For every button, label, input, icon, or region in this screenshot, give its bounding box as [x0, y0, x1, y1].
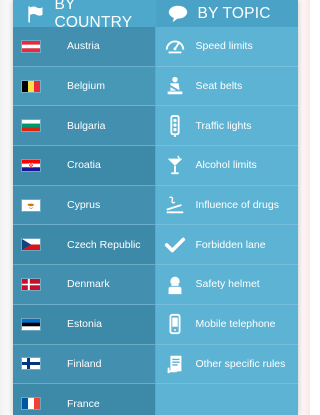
country-name: Belgium: [67, 80, 105, 93]
country-item-bulgaria[interactable]: Bulgaria: [13, 106, 155, 147]
topic-label: Speed limits: [195, 40, 253, 53]
tab-by-topic[interactable]: BY TOPIC: [155, 0, 298, 27]
topic-label: Influence of drugs: [195, 199, 279, 212]
country-item-estonia[interactable]: Estonia: [13, 304, 155, 345]
rules-document-icon: [164, 353, 186, 375]
country-name: Denmark: [67, 278, 110, 291]
estonia-flag-icon: [21, 317, 41, 331]
finland-flag-icon: [21, 357, 41, 371]
left-background-edge: [0, 0, 13, 415]
country-item-belgium[interactable]: Belgium: [13, 66, 155, 107]
topic-label: Traffic lights: [195, 119, 252, 132]
country-item-cyprus[interactable]: Cyprus: [13, 185, 155, 226]
bulgaria-flag-icon: [21, 119, 41, 133]
czech-republic-flag-icon: [21, 238, 41, 252]
cyprus-flag-icon: [21, 198, 41, 212]
country-item-austria[interactable]: Austria: [13, 27, 155, 67]
topic-label: Safety helmet: [195, 278, 260, 291]
country-list: Austria Belgium Bulgaria Croatia Cyprus …: [13, 27, 156, 415]
country-name: Cyprus: [67, 199, 101, 212]
cocktail-glass-icon: [164, 154, 186, 176]
topic-item-forbidden-lane[interactable]: Forbidden lane: [155, 225, 298, 266]
topic-item-influence-of-drugs[interactable]: Influence of drugs: [155, 186, 298, 226]
seat-belt-icon: [164, 75, 186, 97]
croatia-flag-icon: [21, 158, 41, 172]
austria-flag-icon: [21, 39, 41, 53]
helmet-rider-icon: [164, 273, 186, 295]
country-item-denmark[interactable]: Denmark: [13, 265, 155, 305]
belgium-flag-icon: [21, 79, 41, 93]
topic-list: Speed limits Seat belts Traffic lights A…: [155, 27, 298, 415]
country-item-croatia[interactable]: Croatia: [13, 146, 155, 186]
denmark-flag-icon: [21, 277, 41, 291]
country-name: France: [67, 397, 100, 410]
app-window: BY COUNTRY BY TOPIC Austria Belgium Bulg…: [13, 0, 298, 415]
topic-item-speed-limits[interactable]: Speed limits: [155, 27, 298, 67]
right-background-edge: [298, 0, 310, 415]
topic-label: Seat belts: [195, 80, 243, 93]
country-item-france[interactable]: France: [13, 384, 155, 415]
checkmark-icon: [164, 234, 186, 256]
topic-item-alcohol-limits[interactable]: Alcohol limits: [155, 146, 298, 186]
topic-label: Forbidden lane: [195, 238, 266, 251]
country-name: Austria: [67, 40, 100, 53]
topic-label: Mobile telephone: [195, 318, 276, 331]
topic-item-mobile-telephone[interactable]: Mobile telephone: [155, 305, 298, 345]
flag-icon: [23, 2, 47, 26]
speedometer-icon: [164, 35, 186, 57]
country-name: Czech Republic: [67, 238, 141, 251]
drugs-icon: [164, 194, 186, 216]
tab-by-topic-label: BY TOPIC: [197, 4, 271, 22]
topic-item-safety-helmet[interactable]: Safety helmet: [155, 265, 298, 305]
header-tabs: BY COUNTRY BY TOPIC: [13, 0, 298, 31]
traffic-light-icon: [164, 114, 186, 137]
country-name: Estonia: [67, 318, 103, 331]
topic-item-seat-belts[interactable]: Seat belts: [155, 67, 298, 107]
country-item-czech-republic[interactable]: Czech Republic: [13, 225, 155, 266]
country-name: Bulgaria: [67, 119, 106, 132]
topic-item-other-specific-rules[interactable]: Other specific rules: [155, 345, 298, 385]
country-name: Finland: [67, 357, 102, 370]
country-item-finland[interactable]: Finland: [13, 344, 155, 385]
france-flag-icon: [21, 397, 41, 411]
topic-item-traffic-lights[interactable]: Traffic lights: [155, 106, 298, 147]
tab-by-country[interactable]: BY COUNTRY: [13, 0, 156, 31]
topic-label: Alcohol limits: [195, 159, 257, 172]
topic-label: Other specific rules: [195, 357, 286, 370]
country-name: Croatia: [67, 159, 101, 172]
speech-bubble-icon: [166, 2, 190, 26]
mobile-phone-icon: [164, 313, 186, 335]
